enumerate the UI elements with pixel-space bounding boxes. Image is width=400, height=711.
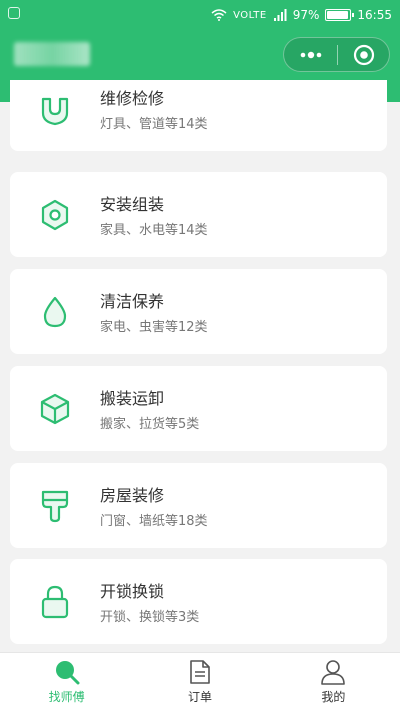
category-card-locksmith[interactable]: 开锁换锁 开锁、换锁等3类 — [10, 559, 387, 644]
lock-icon — [41, 585, 69, 618]
category-icon-wrap — [10, 172, 100, 257]
tab-mine[interactable]: 我的 — [267, 653, 400, 711]
u-shield-icon — [41, 97, 69, 125]
tab-label: 订单 — [187, 690, 212, 704]
mini-program-capsule — [283, 37, 390, 72]
status-bar: VOLTE 97% 16:55 — [0, 0, 400, 30]
tab-label: 找师傅 — [48, 690, 85, 704]
category-title: 安装组装 — [100, 195, 165, 214]
water-drop-icon — [43, 296, 67, 327]
category-icon-wrap — [10, 269, 100, 354]
category-title: 维修检修 — [100, 89, 165, 108]
target-circle-icon — [353, 44, 374, 65]
search-icon — [55, 661, 80, 685]
category-title: 房屋装修 — [100, 486, 165, 505]
category-card-repair[interactable]: 维修检修 灯具、管道等14类 — [10, 80, 387, 151]
category-subtitle: 搬家、拉货等5类 — [100, 417, 200, 432]
tab-label: 我的 — [321, 690, 346, 704]
wifi-icon — [211, 9, 227, 21]
category-subtitle: 灯具、管道等14类 — [100, 117, 208, 132]
category-icon-wrap — [10, 559, 100, 644]
category-card-renovation[interactable]: 房屋装修 门窗、墙纸等18类 — [10, 463, 387, 548]
category-title: 开锁换锁 — [100, 582, 165, 601]
category-subtitle: 家电、虫害等12类 — [100, 320, 208, 335]
user-icon — [321, 660, 346, 685]
category-card-install[interactable]: 安装组装 家具、水电等14类 — [10, 172, 387, 257]
category-subtitle: 开锁、换锁等3类 — [100, 610, 200, 625]
notification-icon — [8, 7, 20, 19]
category-subtitle: 家具、水电等14类 — [100, 223, 208, 238]
hex-nut-icon — [41, 199, 69, 230]
category-subtitle: 门窗、墙纸等18类 — [100, 514, 208, 529]
category-list: 维修检修 灯具、管道等14类 安装组装 家具、水电等14类 清洁保养 家电、虫害… — [0, 80, 400, 652]
paint-brush-icon — [41, 490, 69, 522]
status-left — [8, 7, 20, 19]
status-right: VOLTE 97% 16:55 — [211, 8, 392, 22]
category-icon-wrap — [10, 463, 100, 548]
volte-label: VOLTE — [233, 9, 267, 21]
capsule-close-button[interactable] — [338, 38, 389, 71]
box-icon — [40, 393, 70, 424]
more-dots-icon — [300, 51, 321, 58]
category-card-moving[interactable]: 搬装运卸 搬家、拉货等5类 — [10, 366, 387, 451]
document-icon — [190, 660, 210, 684]
signal-icon — [273, 9, 287, 21]
category-icon-wrap — [10, 80, 100, 151]
tab-find-master[interactable]: 找师傅 — [0, 653, 133, 711]
blurred-page-title — [14, 42, 90, 66]
capsule-more-button[interactable] — [284, 38, 337, 71]
category-title: 搬装运卸 — [100, 389, 165, 408]
category-icon-wrap — [10, 366, 100, 451]
clock: 16:55 — [357, 8, 392, 22]
battery-icon — [325, 9, 355, 21]
category-title: 清洁保养 — [100, 292, 165, 311]
tab-orders[interactable]: 订单 — [133, 653, 266, 711]
bottom-tab-bar: 找师傅 订单 我的 — [0, 652, 400, 711]
category-card-cleaning[interactable]: 清洁保养 家电、虫害等12类 — [10, 269, 387, 354]
battery-percent: 97% — [292, 8, 320, 22]
